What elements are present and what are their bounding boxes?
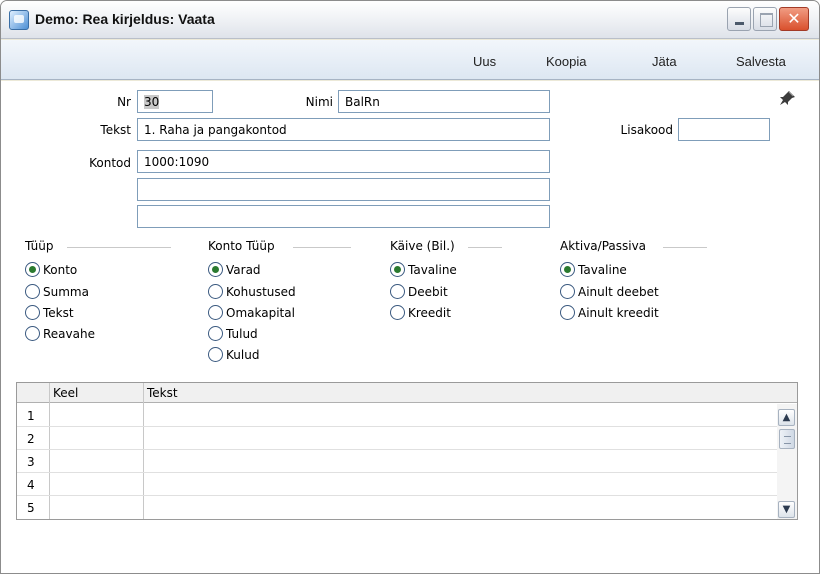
radio-label: Varad: [226, 262, 261, 277]
radio-tuup-reavahe[interactable]: Reavahe: [25, 326, 95, 341]
radio-label: Deebit: [408, 284, 448, 299]
row-number: 3: [27, 455, 35, 469]
radio-indicator: [25, 262, 40, 277]
table-row[interactable]: 5: [17, 496, 777, 519]
tuup-group-divider: [67, 247, 171, 248]
tekst-field[interactable]: 1. Raha ja pangakontod: [137, 118, 550, 141]
radio-label: Tavaline: [408, 262, 457, 277]
radio-label: Tekst: [43, 305, 74, 320]
radio-konto-tulud[interactable]: Tulud: [208, 326, 258, 341]
language-grid: Keel Tekst 1 2 3 4 5 ▲ ▼: [16, 382, 798, 520]
kaive-group-title: Käive (Bil.): [390, 239, 455, 253]
aktiva-group-divider: [663, 247, 707, 248]
radio-tuup-konto[interactable]: Konto: [25, 262, 77, 277]
table-row[interactable]: 2: [17, 427, 777, 450]
kontod-label: Kontod: [89, 156, 131, 170]
kaive-group-divider: [468, 247, 502, 248]
kontod-field-2[interactable]: [137, 178, 550, 201]
radio-indicator: [390, 262, 405, 277]
title-bar: Demo: Rea kirjeldus: Vaata ✕: [1, 1, 819, 39]
maximize-icon[interactable]: [753, 7, 777, 31]
column-header-keel[interactable]: Keel: [53, 386, 78, 400]
row-number: 2: [27, 432, 35, 446]
app-window-icon: [9, 10, 29, 30]
radio-label: Kreedit: [408, 305, 451, 320]
nr-label: Nr: [117, 95, 131, 109]
save-button[interactable]: Salvesta: [736, 54, 786, 69]
toolbar: Uus Koopia Jäta Salvesta: [1, 40, 819, 80]
close-icon[interactable]: ✕: [779, 7, 809, 31]
radio-tuup-tekst[interactable]: Tekst: [25, 305, 74, 320]
column-header-tekst[interactable]: Tekst: [147, 386, 178, 400]
radio-label: Ainult deebet: [578, 284, 659, 299]
row-number: 5: [27, 501, 35, 515]
window: Demo: Rea kirjeldus: Vaata ✕ Uus Koopia …: [0, 0, 820, 574]
radio-indicator: [560, 262, 575, 277]
lisakood-label: Lisakood: [620, 123, 673, 137]
copy-button[interactable]: Koopia: [546, 54, 586, 69]
nimi-field[interactable]: BalRn: [338, 90, 550, 113]
tekst-label: Tekst: [100, 123, 131, 137]
minimize-icon[interactable]: [727, 7, 751, 31]
radio-indicator: [208, 305, 223, 320]
table-row[interactable]: 3: [17, 450, 777, 473]
radio-label: Ainult kreedit: [578, 305, 659, 320]
cancel-button[interactable]: Jäta: [652, 54, 677, 69]
aktiva-group-title: Aktiva/Passiva: [560, 239, 647, 253]
radio-indicator: [560, 284, 575, 299]
pin-icon[interactable]: [777, 90, 797, 106]
radio-label: Summa: [43, 284, 89, 299]
radio-label: Kulud: [226, 347, 260, 362]
nimi-label: Nimi: [305, 95, 333, 109]
radio-konto-kohustused[interactable]: Kohustused: [208, 284, 296, 299]
row-number: 1: [27, 409, 35, 423]
konto-tuup-group-divider: [293, 247, 351, 248]
radio-konto-kulud[interactable]: Kulud: [208, 347, 259, 362]
radio-tuup-summa[interactable]: Summa: [25, 284, 89, 299]
scroll-down-icon[interactable]: ▼: [778, 501, 795, 518]
kontod-field-1[interactable]: 1000:1090: [137, 150, 550, 173]
radio-label: Kohustused: [226, 284, 296, 299]
radio-indicator: [25, 326, 40, 341]
lisakood-field[interactable]: [678, 118, 770, 141]
radio-kaive-kreedit[interactable]: Kreedit: [390, 305, 451, 320]
scroll-up-icon[interactable]: ▲: [778, 409, 795, 426]
row-number: 4: [27, 478, 35, 492]
scroll-thumb[interactable]: [779, 429, 795, 449]
grid-scrollbar[interactable]: ▲ ▼: [777, 404, 797, 519]
radio-indicator: [25, 284, 40, 299]
radio-indicator: [390, 284, 405, 299]
radio-indicator: [208, 284, 223, 299]
radio-indicator: [390, 305, 405, 320]
kontod-field-3[interactable]: [137, 205, 550, 228]
radio-label: Konto: [43, 262, 78, 277]
radio-indicator: [25, 305, 40, 320]
window-title: Demo: Rea kirjeldus: Vaata: [35, 11, 215, 27]
table-row[interactable]: 4: [17, 473, 777, 496]
radio-aktiva-ainult-deebet[interactable]: Ainult deebet: [560, 284, 659, 299]
radio-indicator: [560, 305, 575, 320]
konto-tuup-group-title: Konto Tüüp: [208, 239, 275, 253]
table-row[interactable]: 1: [17, 404, 777, 427]
nr-field[interactable]: 30: [137, 90, 213, 113]
radio-label: Omakapital: [226, 305, 295, 320]
radio-konto-varad[interactable]: Varad: [208, 262, 261, 277]
radio-label: Reavahe: [43, 326, 95, 341]
radio-label: Tulud: [226, 326, 258, 341]
grid-header: Keel Tekst: [17, 383, 797, 403]
tuup-group-title: Tüüp: [25, 239, 54, 253]
new-button[interactable]: Uus: [473, 54, 496, 69]
radio-indicator: [208, 326, 223, 341]
radio-konto-omakapital[interactable]: Omakapital: [208, 305, 295, 320]
radio-kaive-deebit[interactable]: Deebit: [390, 284, 448, 299]
radio-kaive-tavaline[interactable]: Tavaline: [390, 262, 457, 277]
radio-indicator: [208, 347, 223, 362]
radio-label: Tavaline: [578, 262, 627, 277]
radio-aktiva-ainult-kreedit[interactable]: Ainult kreedit: [560, 305, 659, 320]
radio-indicator: [208, 262, 223, 277]
radio-aktiva-tavaline[interactable]: Tavaline: [560, 262, 627, 277]
nr-value: 30: [144, 95, 160, 109]
